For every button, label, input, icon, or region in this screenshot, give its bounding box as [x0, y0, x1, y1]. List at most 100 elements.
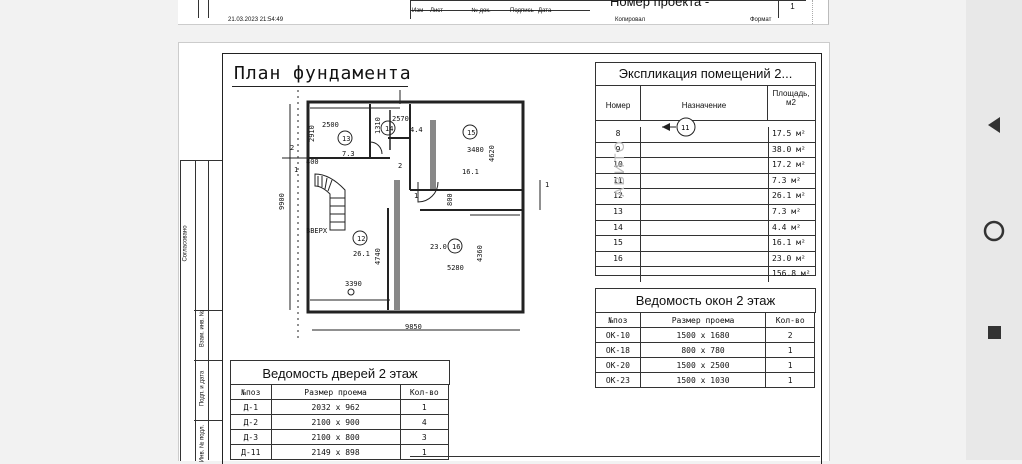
- row-number: 13: [613, 206, 623, 216]
- stamp-col: Изм: [412, 8, 424, 14]
- col-divider: [640, 236, 769, 251]
- row-area: 17.5 м²: [772, 129, 806, 138]
- windows-title: Ведомость окон 2 этаж: [595, 288, 816, 313]
- col-header: Номер: [596, 86, 641, 121]
- table-cell: Д-2: [230, 414, 272, 430]
- table-cell: 800 x 780: [639, 342, 767, 358]
- room-num: 13: [342, 135, 350, 143]
- explication-table: Экспликация помещений 2... Номер Назначе…: [595, 62, 816, 282]
- table-cell: 1500 x 2500: [639, 357, 767, 373]
- col-divider: [640, 267, 769, 282]
- sheet-edge: [812, 0, 825, 24]
- frame-line: [198, 0, 199, 18]
- watermark: АВИТО: [610, 139, 627, 197]
- row-area: 17.2 м²: [772, 160, 806, 170]
- format-label: Формат: [750, 17, 772, 23]
- dim-label: 4360: [476, 245, 484, 262]
- explication-row: 9 38.0 м²: [596, 141, 815, 158]
- staircase: [314, 173, 346, 231]
- floor-plan: 13 7.3 14 4.4 15 12 26.1 16 23.0 2500 25…: [278, 90, 549, 340]
- col-divider: [640, 173, 769, 189]
- side-label-inv-replace: Взам. инв. №: [199, 309, 206, 348]
- row-number: 15: [613, 238, 623, 248]
- table-cell: ОК-20: [595, 357, 641, 373]
- axis-mark: 2: [398, 162, 402, 170]
- table-cell: Д-11: [230, 444, 272, 460]
- table-cell: 1: [399, 399, 450, 415]
- explication-title: Экспликация помещений 2...: [596, 63, 815, 86]
- section-marker: 11: [662, 117, 696, 137]
- dim-label: 800: [446, 193, 454, 206]
- table-row: ОК-10 1500 x 1680 2: [595, 327, 815, 343]
- back-icon[interactable]: [986, 116, 1002, 134]
- dim-label: 1310: [374, 117, 382, 134]
- room-area: 4.4: [410, 126, 423, 134]
- doors-title: Ведомость дверей 2 этаж: [230, 360, 450, 385]
- column-header: №поз: [230, 384, 272, 400]
- explication-row: 12 26.1 м²: [596, 188, 815, 204]
- dim-label: 9850: [405, 323, 422, 331]
- column-header: Размер проема: [270, 384, 401, 400]
- stamp-columns: Изм Лист № док. Подпись Дата: [412, 8, 592, 15]
- recent-icon[interactable]: [988, 326, 1001, 339]
- col-divider: [640, 251, 769, 267]
- explication-row: 15 16.1 м²: [596, 235, 815, 251]
- table-cell: Д-3: [230, 429, 272, 445]
- column-header: Кол-во: [765, 312, 815, 328]
- table-cell: 3: [399, 429, 450, 445]
- dim-label: 3390: [345, 280, 362, 288]
- table-cell: 2100 x 900: [270, 414, 401, 430]
- dim-label: 2910: [308, 125, 316, 142]
- stamp-col: Дата: [538, 8, 552, 14]
- explication-row: 14 4.4 м²: [596, 219, 815, 236]
- table-cell: ОК-10: [595, 327, 641, 343]
- axis-mark: 1: [294, 166, 298, 174]
- side-label-inv-orig: Инв. № подл.: [199, 424, 206, 463]
- stamp-col: Подпись: [510, 8, 534, 14]
- dim-label: 4740: [374, 248, 382, 265]
- column-header: Кол-во: [399, 384, 450, 400]
- room-area: 26.1: [353, 250, 370, 258]
- table-cell: 1500 x 1030: [639, 372, 767, 388]
- table-cell: 2149 x 898: [270, 444, 401, 460]
- explication-row: 10 17.2 м²: [596, 157, 815, 173]
- explication-rows: 8 17.5 м² 9 38.0 м² 10 17.2 м² 11 7.3 м² 12 26.1 …: [596, 127, 815, 282]
- dim-label: 2570: [392, 115, 409, 123]
- dim-label: 5280: [447, 264, 464, 272]
- header-divider: [768, 120, 815, 121]
- sheet-number: 1: [778, 0, 806, 18]
- table-row: Д-3 2100 x 800 3: [230, 429, 450, 445]
- room-area: 23.0: [430, 243, 447, 251]
- table-cell: 1: [765, 357, 815, 373]
- door-swing: [369, 141, 383, 155]
- explication-row: 11 7.3 м²: [596, 172, 815, 189]
- table-cell: 2032 x 962: [270, 399, 401, 415]
- col-divider: [640, 220, 769, 236]
- home-icon[interactable]: [983, 220, 1005, 242]
- windows-table: №поз Размер проема Кол-во ОК-10 1500 x 1680 2…: [595, 312, 815, 388]
- table-row: ОК-23 1500 x 1030 1: [595, 372, 815, 388]
- table-cell: 2: [765, 327, 815, 343]
- col-divider: [640, 189, 769, 204]
- column-header: Размер проема: [639, 312, 767, 328]
- side-label-agreed: Согласовано: [182, 225, 189, 262]
- table-header-row: №поз Размер проема Кол-во: [595, 312, 815, 328]
- row-area: 16.1 м²: [772, 238, 806, 248]
- stamp-col: № док.: [471, 8, 491, 14]
- table-cell: 4: [399, 414, 450, 430]
- col-divider: [640, 204, 769, 220]
- hatched-wall: [394, 180, 400, 310]
- title-underline: [232, 86, 408, 87]
- col-divider: [640, 158, 769, 173]
- hatched-wall: [430, 120, 436, 190]
- row-area: 38.0 м²: [772, 144, 806, 154]
- point-marker: [347, 288, 355, 296]
- table-row: ОК-18 800 x 780 1: [595, 342, 815, 358]
- table-cell: 1: [765, 372, 815, 388]
- row-area: 26.1 м²: [772, 191, 806, 201]
- row-area: 7.3 м²: [772, 175, 801, 185]
- explication-row: 8 17.5 м²: [596, 127, 815, 142]
- plan-title: План фундамента: [234, 63, 412, 84]
- col-divider: [640, 142, 769, 158]
- table-cell: 1500 x 1680: [639, 327, 767, 343]
